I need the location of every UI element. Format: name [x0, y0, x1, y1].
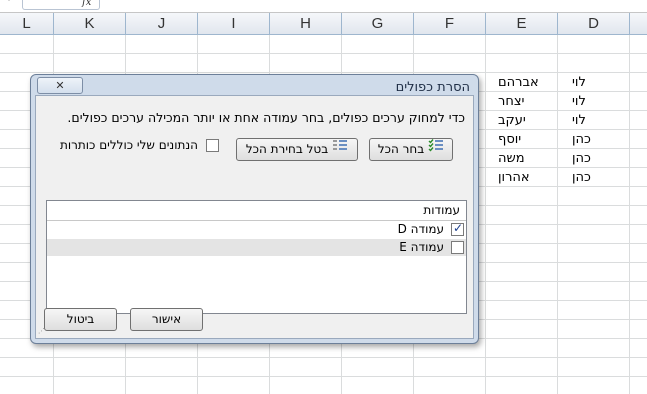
column-header-i[interactable]: I: [198, 13, 270, 34]
columns-list-header-label: עמודות: [423, 203, 460, 217]
formula-bar: ▾ fx: [0, 0, 647, 13]
cell-d3[interactable]: לוי: [572, 113, 628, 128]
column-header-j[interactable]: J: [126, 13, 198, 34]
close-button[interactable]: ✕: [37, 77, 83, 94]
cell-d5[interactable]: כהן: [572, 151, 628, 166]
column-header-h[interactable]: H: [270, 13, 342, 34]
cell-e1[interactable]: אברהם: [498, 75, 556, 90]
cell-e4[interactable]: יוסף: [498, 132, 556, 147]
unselect-all-icon: [332, 139, 348, 160]
my-data-has-headers-label[interactable]: הנתונים שלי כוללים כותרות: [58, 138, 198, 152]
select-all-icon: [428, 139, 444, 160]
resize-grip-icon[interactable]: ⋰: [38, 328, 46, 336]
column-d-checkbox[interactable]: [451, 221, 464, 236]
column-header-e[interactable]: E: [486, 13, 558, 34]
columns-list-header: עמודות: [47, 201, 466, 221]
column-e-label: עמודה E: [399, 240, 444, 254]
column-d-label: עמודה D: [397, 222, 444, 236]
name-box-dropdown-icon[interactable]: ▾: [0, 0, 18, 10]
columns-list[interactable]: עמודות עמודה D עמודה E: [46, 200, 467, 314]
cell-d6[interactable]: כהן: [572, 170, 628, 185]
unselect-all-button[interactable]: בטל בחירת הכל: [236, 138, 358, 161]
dialog-body: כדי למחוק ערכים כפולים, בחר עמודה אחת או…: [35, 95, 474, 339]
cell-e5[interactable]: משה: [498, 151, 556, 166]
select-all-label: בחר הכל: [377, 142, 425, 156]
column-header-f[interactable]: F: [414, 13, 486, 34]
unselect-all-label: בטל בחירת הכל: [245, 142, 329, 156]
column-header-g[interactable]: G: [342, 13, 414, 34]
column-e-checkbox[interactable]: [451, 241, 464, 254]
remove-duplicates-dialog: ✕ הסרת כפולים כדי למחוק ערכים כפולים, בח…: [30, 74, 479, 344]
my-data-has-headers-checkbox[interactable]: [206, 139, 219, 152]
cell-d1[interactable]: לוי: [572, 75, 628, 90]
list-item-column-d[interactable]: עמודה D: [47, 221, 466, 238]
ok-button[interactable]: אישור: [130, 308, 203, 331]
cell-e2[interactable]: יצחר: [498, 94, 556, 109]
cell-e3[interactable]: יעקב: [498, 113, 556, 128]
column-header-d[interactable]: D: [558, 13, 630, 34]
fx-icon[interactable]: fx: [82, 0, 91, 8]
cell-d4[interactable]: כהן: [572, 132, 628, 147]
cell-d2[interactable]: לוי: [572, 94, 628, 109]
list-item-column-e[interactable]: עמודה E: [47, 239, 466, 256]
cancel-button[interactable]: ביטול: [44, 308, 117, 331]
column-header-bar: L K J I H G F E D: [0, 13, 647, 35]
select-all-button[interactable]: בחר הכל: [369, 138, 453, 161]
column-header-k[interactable]: K: [54, 13, 126, 34]
cell-e6[interactable]: אהרון: [498, 170, 556, 185]
dialog-title: הסרת כפולים: [395, 80, 470, 95]
column-header-l[interactable]: L: [0, 13, 54, 34]
instruction-text: כדי למחוק ערכים כפולים, בחר עמודה אחת או…: [67, 110, 465, 125]
